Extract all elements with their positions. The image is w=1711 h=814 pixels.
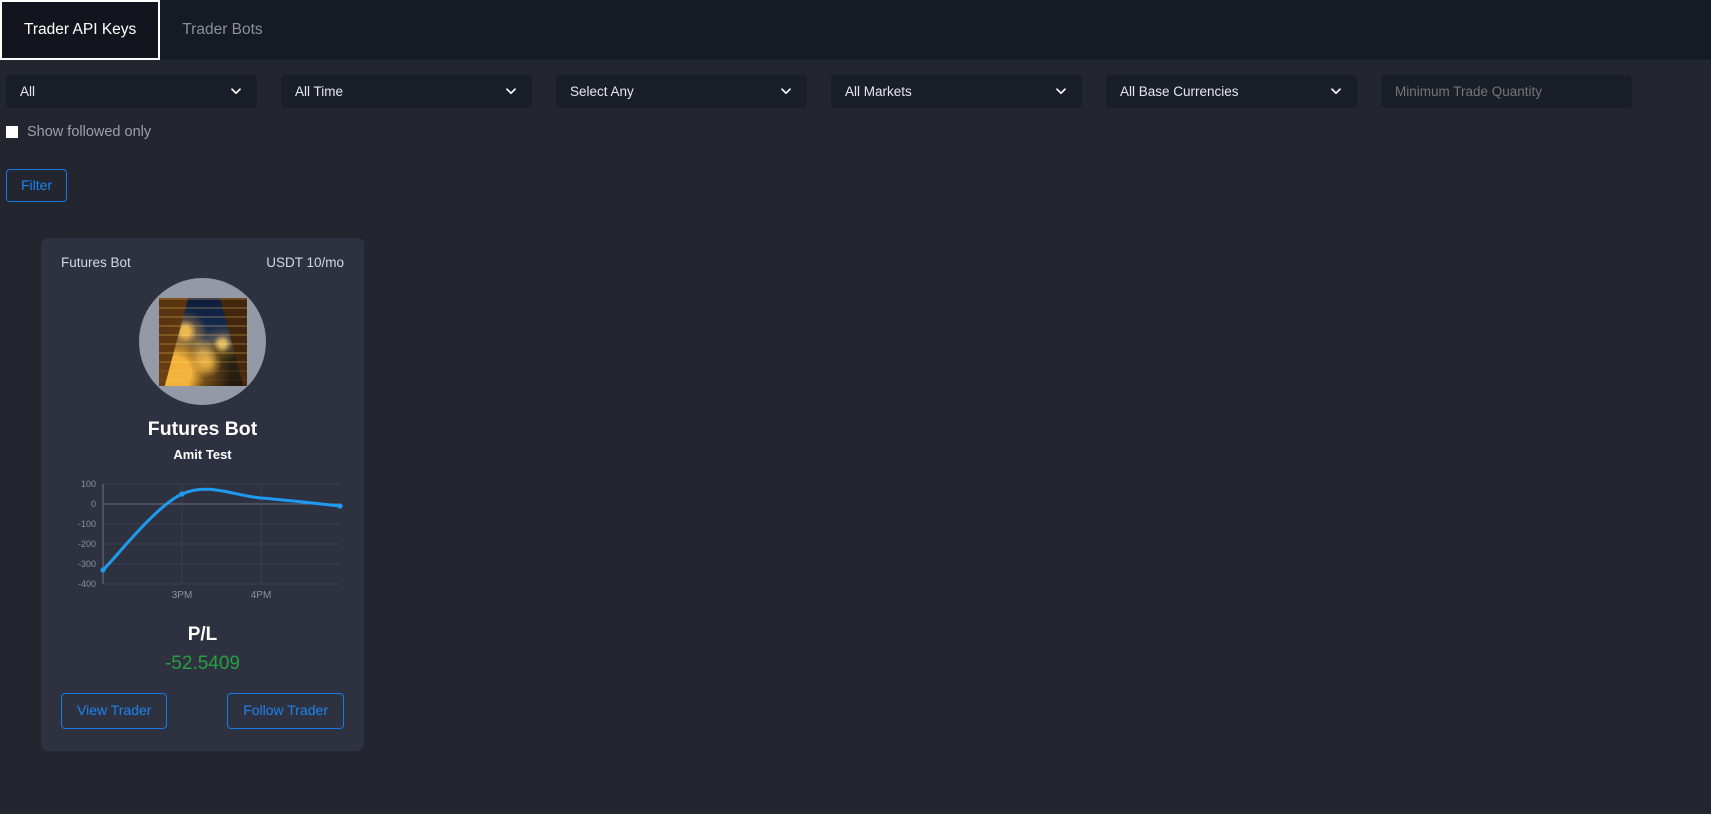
- tab-bar: Trader API Keys Trader Bots: [0, 0, 1711, 60]
- card-header: Futures Bot USDT 10/mo: [61, 255, 344, 270]
- status-filter-value: All: [20, 83, 36, 99]
- time-filter-select[interactable]: All Time: [281, 74, 532, 108]
- card-actions: View Trader Follow Trader: [61, 693, 344, 729]
- markets-filter-value: All Markets: [845, 83, 912, 99]
- chart-y-tick-label: 100: [81, 480, 96, 490]
- avatar-photo-image: [158, 297, 247, 386]
- markets-filter-select[interactable]: All Markets: [831, 74, 1082, 108]
- chart-y-tick-label: -100: [78, 520, 96, 530]
- chevron-down-icon: [504, 84, 518, 98]
- card-title: Futures Bot: [61, 255, 131, 271]
- pl-chart-svg: 100 0 -100 -200 -300 -400 3PM 4PM: [78, 480, 343, 601]
- card-price: USDT 10/mo: [266, 255, 344, 271]
- chart-data-point: [337, 503, 343, 509]
- chart-y-tick-label: -400: [78, 580, 96, 590]
- show-followed-only-checkbox[interactable]: [6, 126, 18, 138]
- follow-trader-button[interactable]: Follow Trader: [227, 693, 344, 729]
- chart-y-tick-label: 0: [91, 500, 96, 510]
- tab-label: Trader Bots: [182, 20, 263, 38]
- chevron-down-icon: [1054, 84, 1068, 98]
- avatar: [139, 278, 266, 406]
- bot-owner: Amit Test: [173, 447, 232, 463]
- chart-x-tick-label: 4PM: [251, 590, 272, 601]
- chart-data-point: [100, 567, 106, 573]
- trader-card-grid: Futures Bot USDT 10/mo Futures Bot Amit …: [0, 202, 1711, 751]
- tab-trader-bots[interactable]: Trader Bots: [160, 0, 284, 59]
- view-trader-button[interactable]: View Trader: [61, 693, 168, 729]
- chart-gridlines: [102, 483, 340, 585]
- filter-button-row: Filter: [0, 142, 1711, 203]
- show-followed-only-label[interactable]: Show followed only: [27, 124, 151, 140]
- time-filter-value: All Time: [295, 83, 344, 99]
- base-currencies-filter-value: All Base Currencies: [1120, 83, 1239, 99]
- base-currencies-filter-select[interactable]: All Base Currencies: [1106, 74, 1357, 108]
- chart-line-series: [101, 488, 342, 572]
- chart-y-tick-label: -300: [78, 560, 96, 570]
- filter-button[interactable]: Filter: [6, 169, 68, 203]
- chevron-down-icon: [779, 84, 793, 98]
- pl-value: -52.5409: [164, 653, 240, 675]
- avatar-container: [61, 278, 344, 406]
- tab-trader-api-keys[interactable]: Trader API Keys: [0, 0, 161, 60]
- chart-series: [100, 488, 343, 573]
- chart-y-axis-labels: 100 0 -100 -200 -300 -400: [78, 480, 96, 590]
- bot-name: Futures Bot: [147, 418, 258, 441]
- chevron-down-icon: [229, 84, 243, 98]
- status-filter-select[interactable]: All: [6, 74, 257, 108]
- chart-data-point: [179, 491, 185, 497]
- chart-x-tick-label: 3PM: [172, 590, 193, 601]
- chart-x-axis-labels: 3PM 4PM: [172, 590, 272, 601]
- minimum-trade-quantity-input[interactable]: [1381, 74, 1632, 108]
- any-filter-value: Select Any: [570, 83, 634, 99]
- pl-label: P/L: [187, 624, 218, 646]
- any-filter-select[interactable]: Select Any: [556, 74, 807, 108]
- filter-bar: All All Time Select Any All Markets All …: [0, 60, 1711, 112]
- trader-card: Futures Bot USDT 10/mo Futures Bot Amit …: [41, 238, 364, 751]
- pl-chart: 100 0 -100 -200 -300 -400 3PM 4PM: [61, 476, 344, 614]
- tab-label: Trader API Keys: [24, 21, 137, 38]
- chevron-down-icon: [1329, 84, 1343, 98]
- show-followed-only-row: Show followed only: [0, 112, 1711, 142]
- chart-y-tick-label: -200: [78, 540, 96, 550]
